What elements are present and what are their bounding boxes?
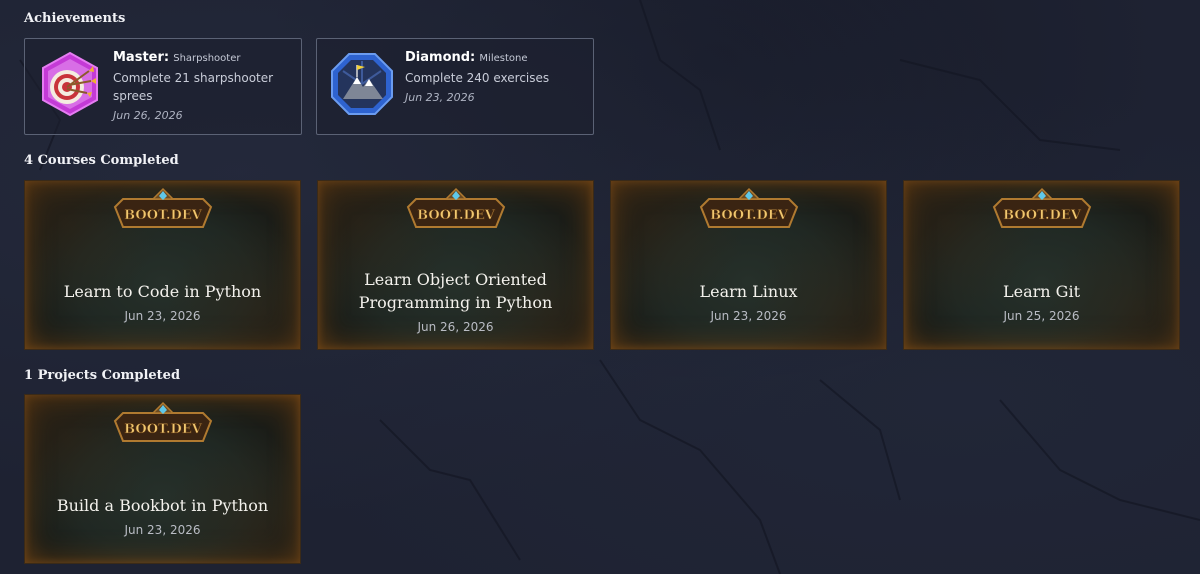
bootdev-logo: BOOT.DEV [992,187,1091,228]
achievement-category: Milestone [479,53,528,64]
bootdev-logo: BOOT.DEV [699,187,798,228]
achievement-description: Complete 21 sharpshooter sprees [113,71,274,103]
course-card[interactable]: BOOT.DEV Learn Object Oriented Programmi… [317,180,594,350]
achievement-tier: Master: [113,50,170,65]
achievement-date: Jun 26, 2026 [113,109,183,122]
achievement-date: Jun 23, 2026 [405,91,475,104]
course-title: Learn to Code in Python [63,281,262,301]
svg-text:BOOT.DEV: BOOT.DEV [124,208,203,223]
course-card[interactable]: BOOT.DEV Learn Git Jun 25, 2026 [903,180,1180,350]
bootdev-logo: BOOT.DEV [113,187,212,228]
achievement-tier: Diamond: [405,50,476,65]
course-title: Learn Object Oriented Programming in Pyt… [358,270,553,312]
projects-heading: 1 Projects Completed [24,368,181,383]
svg-text:BOOT.DEV: BOOT.DEV [710,208,789,223]
bootdev-logo: BOOT.DEV [113,401,212,442]
project-card[interactable]: BOOT.DEV Build a Bookbot in Python Jun 2… [24,394,301,564]
achievement-description: Complete 240 exercises [405,71,550,85]
project-date: Jun 23, 2026 [124,522,201,537]
target-icon [42,51,98,117]
bootdev-logo: BOOT.DEV [406,187,505,228]
courses-heading: 4 Courses Completed [24,153,179,168]
svg-text:BOOT.DEV: BOOT.DEV [1003,208,1082,223]
svg-text:BOOT.DEV: BOOT.DEV [417,208,496,223]
achievement-card-sharpshooter[interactable]: Master: Sharpshooter Complete 21 sharpsh… [24,38,302,135]
course-title: Learn Linux [699,281,798,301]
course-date: Jun 23, 2026 [124,308,201,323]
achievement-category: Sharpshooter [173,53,241,64]
project-title: Build a Bookbot in Python [56,495,269,515]
achievement-card-milestone[interactable]: Diamond: Milestone Complete 240 exercise… [316,38,594,135]
course-card[interactable]: BOOT.DEV Learn to Code in Python Jun 23,… [24,180,301,350]
course-title: Learn Git [1003,281,1080,301]
course-card[interactable]: BOOT.DEV Learn Linux Jun 23, 2026 [610,180,887,350]
course-date: Jun 23, 2026 [710,308,787,323]
course-date: Jun 25, 2026 [1003,308,1080,323]
svg-text:BOOT.DEV: BOOT.DEV [124,422,203,437]
course-date: Jun 26, 2026 [417,320,494,334]
achievements-heading: Achievements [24,11,126,26]
mountain-flag-icon [331,53,393,115]
